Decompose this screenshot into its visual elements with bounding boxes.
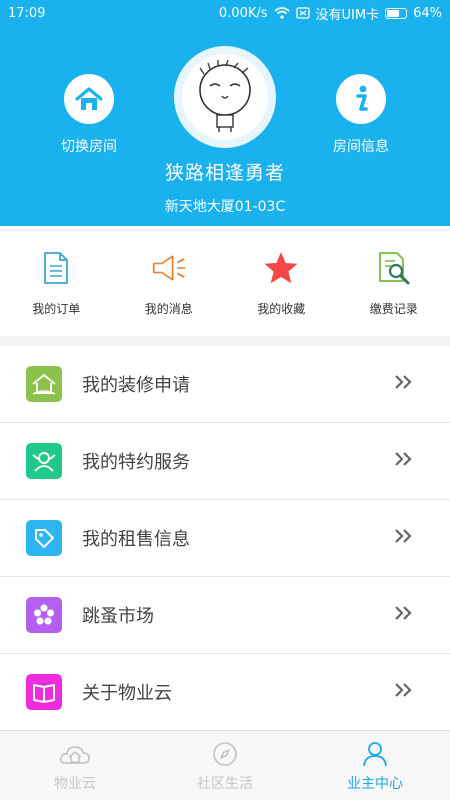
info-icon xyxy=(356,85,368,111)
service-icon xyxy=(26,443,62,479)
carrier-text: 没有UIM卡 xyxy=(315,7,380,23)
tab-label: 物业云 xyxy=(54,776,96,792)
flea-market-item[interactable]: 跳蚤市场 xyxy=(0,577,450,654)
rental-info-item[interactable]: 我的租售信息 xyxy=(0,500,450,577)
room-info-icon-circle xyxy=(336,74,386,124)
cartoon-face-icon xyxy=(199,60,251,132)
quick-label: 我的订单 xyxy=(32,302,81,316)
cloud-house-icon xyxy=(59,746,90,764)
tab-owner-center[interactable]: 业主中心 xyxy=(300,731,450,800)
status-time: 17:09 xyxy=(8,5,46,21)
wifi-icon xyxy=(273,7,290,19)
battery-percent: 64% xyxy=(413,5,442,21)
star-icon xyxy=(263,250,299,286)
profile-header: 切换房间 房间信息 狭路相逢勇者 新天地大厦01-03C xyxy=(0,26,450,226)
network-speed: 0.00K/s xyxy=(218,5,268,21)
home-icon xyxy=(75,87,103,110)
avatar[interactable] xyxy=(174,46,276,148)
double-chevron-right-icon xyxy=(395,375,412,389)
double-chevron-right-icon xyxy=(395,452,412,466)
address: 新天地大厦01-03C xyxy=(164,199,286,215)
search-document-icon xyxy=(376,250,412,286)
megaphone-icon xyxy=(151,250,187,286)
my-orders-button[interactable]: 我的订单 xyxy=(0,226,113,336)
my-messages-button[interactable]: 我的消息 xyxy=(113,226,226,336)
switch-room-label: 切换房间 xyxy=(61,139,117,155)
document-icon xyxy=(38,250,74,286)
my-favorites-button[interactable]: 我的收藏 xyxy=(225,226,338,336)
book-icon xyxy=(26,674,62,710)
payment-records-button[interactable]: 缴费记录 xyxy=(338,226,450,336)
special-service-item[interactable]: 我的特约服务 xyxy=(0,423,450,500)
tab-label: 业主中心 xyxy=(347,776,403,792)
compass-icon xyxy=(213,742,237,766)
quick-label: 我的消息 xyxy=(144,302,193,316)
decoration-application-item[interactable]: 我的装修申请 xyxy=(0,346,450,423)
double-chevron-right-icon xyxy=(395,683,412,697)
flower-icon xyxy=(26,597,62,633)
sim-icon xyxy=(295,7,310,19)
tab-label: 社区生活 xyxy=(197,776,253,792)
status-bar: 17:09 0.00K/s 没有UIM卡 64% xyxy=(0,0,450,26)
battery-icon xyxy=(385,7,408,19)
double-chevron-right-icon xyxy=(395,529,412,543)
double-chevron-right-icon xyxy=(395,606,412,620)
quick-label: 缴费记录 xyxy=(369,302,418,316)
menu-list: 我的装修申请 我的特约服务 我的租售信息 跳蚤市场 关于物业云 xyxy=(0,346,450,731)
switch-room-button[interactable]: 切换房间 xyxy=(34,74,144,156)
bottom-tab-bar: 物业云 社区生活 业主中心 xyxy=(0,730,450,800)
avatar-image xyxy=(182,54,268,140)
tab-community-life[interactable]: 社区生活 xyxy=(150,731,300,800)
switch-room-icon-circle xyxy=(64,74,114,124)
user-icon xyxy=(363,742,387,767)
quick-actions: 我的订单 我的消息 我的收藏 缴费记录 xyxy=(0,226,450,336)
room-info-label: 房间信息 xyxy=(333,139,389,155)
house-icon xyxy=(26,366,62,402)
about-item[interactable]: 关于物业云 xyxy=(0,654,450,731)
username: 狭路相逢勇者 xyxy=(164,162,285,184)
tag-icon xyxy=(26,520,62,556)
quick-label: 我的收藏 xyxy=(257,302,306,316)
room-info-button[interactable]: 房间信息 xyxy=(306,74,416,156)
tab-property-cloud[interactable]: 物业云 xyxy=(0,731,150,800)
